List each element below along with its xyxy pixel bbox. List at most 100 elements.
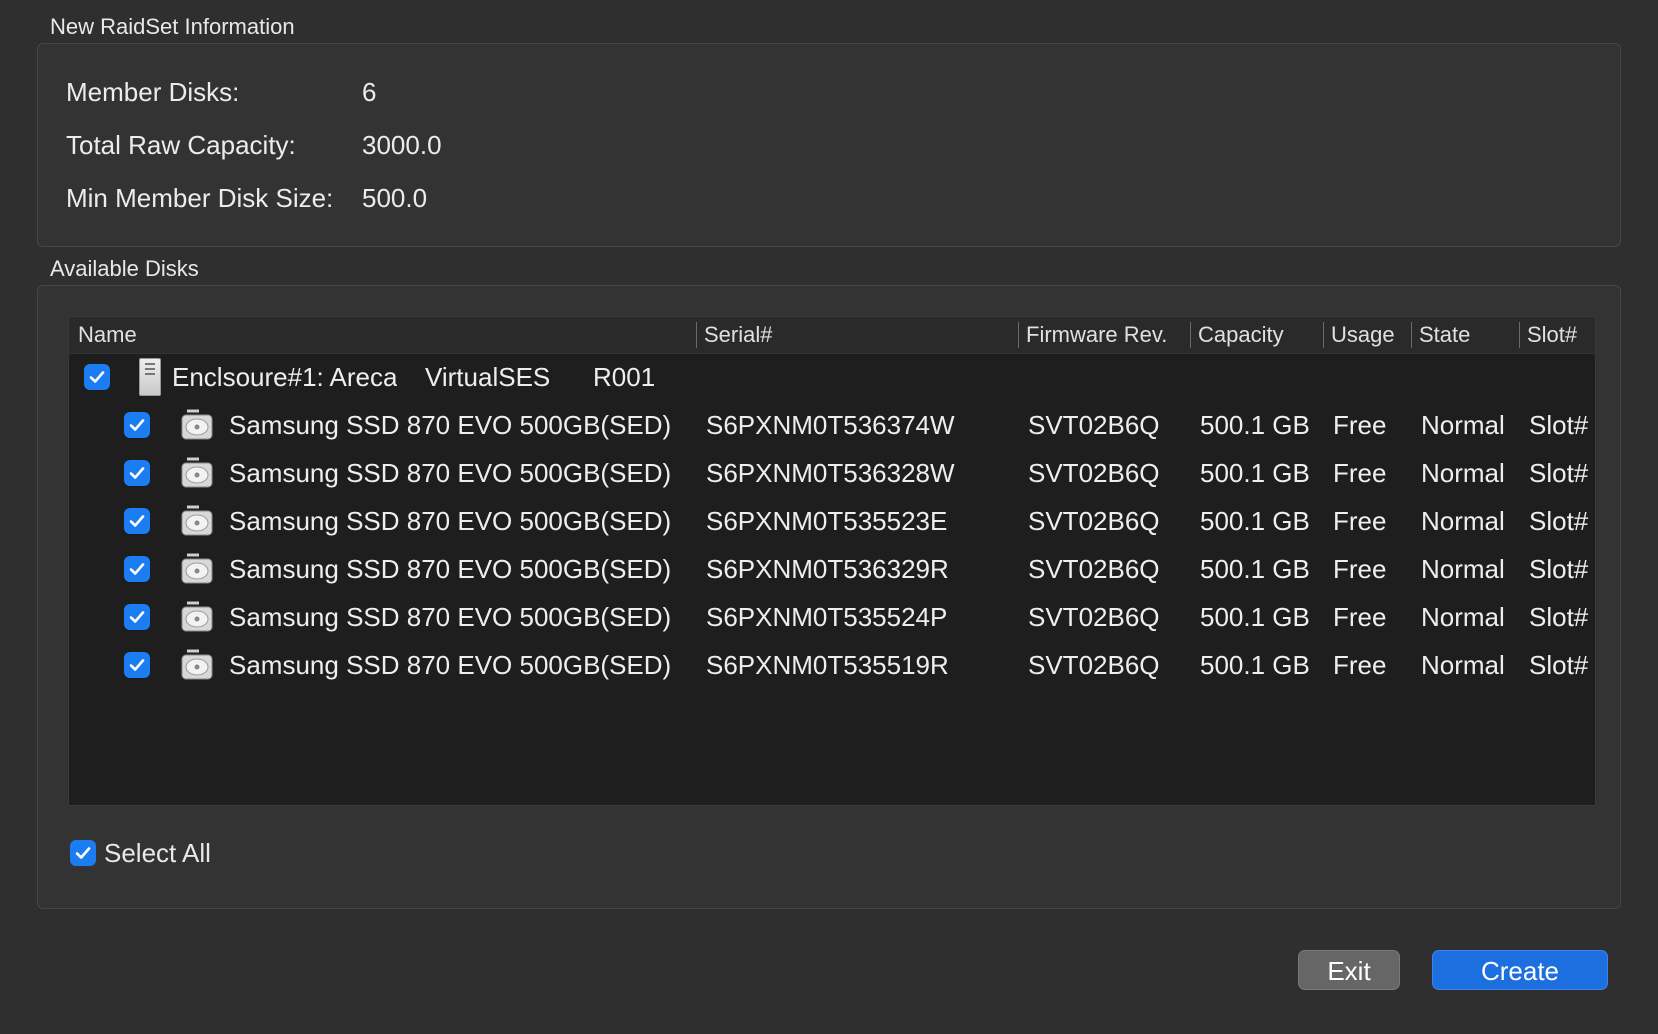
table-row[interactable]: Samsung SSD 870 EVO 500GB(SED) S6PXNM0T5…	[69, 497, 1595, 545]
table-row[interactable]: Samsung SSD 870 EVO 500GB(SED) S6PXNM0T5…	[69, 641, 1595, 689]
disks-groupbox: Name Serial# Firmware Rev. Capacity Usag…	[37, 285, 1621, 909]
disk-checkbox[interactable]	[124, 556, 150, 582]
enclosure-icon	[139, 358, 161, 396]
create-button[interactable]: Create	[1432, 950, 1608, 990]
checkmark-icon	[129, 563, 145, 575]
disk-slot: Slot#	[1529, 554, 1589, 584]
column-header-firmware[interactable]: Firmware Rev.	[1026, 317, 1167, 353]
column-header-serial[interactable]: Serial#	[704, 317, 772, 353]
member-disks-label: Member Disks:	[66, 76, 240, 107]
column-separator[interactable]	[696, 322, 697, 348]
info-section-title: New RaidSet Information	[50, 14, 295, 39]
disk-state: Normal	[1421, 458, 1505, 488]
disk-checkbox[interactable]	[124, 508, 150, 534]
column-header-slot[interactable]: Slot#	[1527, 317, 1577, 353]
disk-checkbox[interactable]	[124, 604, 150, 630]
total-raw-capacity-row: Total Raw Capacity: 3000.0	[66, 125, 442, 165]
hard-disk-icon	[181, 553, 213, 584]
disk-capacity: 500.1 GB	[1200, 410, 1310, 440]
checkmark-icon	[89, 371, 105, 383]
disk-firmware: SVT02B6Q	[1028, 506, 1160, 536]
column-header-state[interactable]: State	[1419, 317, 1470, 353]
select-all-control[interactable]: Select All	[70, 838, 211, 868]
enclosure-model: VirtualSES	[425, 362, 551, 392]
disk-name: Samsung SSD 870 EVO 500GB(SED)	[229, 602, 672, 632]
column-separator[interactable]	[1190, 322, 1191, 348]
total-raw-capacity-label: Total Raw Capacity:	[66, 129, 296, 160]
table-row[interactable]: Samsung SSD 870 EVO 500GB(SED) S6PXNM0T5…	[69, 593, 1595, 641]
disk-firmware: SVT02B6Q	[1028, 602, 1160, 632]
enclosure-row[interactable]: Enclsoure#1: Areca VirtualSES R001	[69, 353, 1595, 401]
checkmark-icon	[129, 419, 145, 431]
disk-name: Samsung SSD 870 EVO 500GB(SED)	[229, 458, 672, 488]
table-row[interactable]: Samsung SSD 870 EVO 500GB(SED) S6PXNM0T5…	[69, 401, 1595, 449]
column-separator[interactable]	[1519, 322, 1520, 348]
min-member-disk-size-row: Min Member Disk Size: 500.0	[66, 178, 427, 218]
disk-serial: S6PXNM0T536328W	[706, 458, 955, 488]
checkmark-icon	[75, 847, 91, 859]
exit-button[interactable]: Exit	[1298, 950, 1400, 990]
disk-checkbox[interactable]	[124, 652, 150, 678]
disk-usage: Free	[1333, 602, 1387, 632]
checkmark-icon	[129, 467, 145, 479]
disk-slot: Slot#	[1529, 602, 1589, 632]
disk-usage: Free	[1333, 554, 1387, 584]
disk-usage: Free	[1333, 650, 1387, 680]
column-header-capacity[interactable]: Capacity	[1198, 317, 1284, 353]
disk-state: Normal	[1421, 506, 1505, 536]
enclosure-name: Enclsoure#1: Areca	[172, 362, 398, 392]
disk-usage: Free	[1333, 506, 1387, 536]
disk-serial: S6PXNM0T536329R	[706, 554, 949, 584]
checkmark-icon	[129, 659, 145, 671]
disk-slot: Slot#	[1529, 650, 1589, 680]
member-disks-value: 6	[362, 76, 377, 107]
select-all-checkbox[interactable]	[70, 840, 96, 866]
disk-checkbox[interactable]	[124, 460, 150, 486]
min-member-disk-size-label: Min Member Disk Size:	[66, 182, 334, 213]
enclosure-rev: R001	[593, 362, 656, 392]
disk-state: Normal	[1421, 410, 1505, 440]
disk-state: Normal	[1421, 602, 1505, 632]
column-header-usage[interactable]: Usage	[1331, 317, 1395, 353]
disk-checkbox[interactable]	[124, 412, 150, 438]
min-member-disk-size-value: 500.0	[362, 182, 428, 213]
disk-capacity: 500.1 GB	[1200, 650, 1310, 680]
disk-capacity: 500.1 GB	[1200, 602, 1310, 632]
info-groupbox: Member Disks: 6 Total Raw Capacity: 3000…	[37, 43, 1621, 247]
column-header-name[interactable]: Name	[78, 317, 137, 353]
disk-firmware: SVT02B6Q	[1028, 410, 1160, 440]
disk-firmware: SVT02B6Q	[1028, 458, 1160, 488]
hard-disk-icon	[181, 505, 213, 536]
total-raw-capacity-value: 3000.0	[362, 129, 442, 160]
disk-capacity: 500.1 GB	[1200, 458, 1310, 488]
disk-serial: S6PXNM0T535523E	[706, 506, 948, 536]
disk-capacity: 500.1 GB	[1200, 554, 1310, 584]
disk-slot: Slot#	[1529, 458, 1589, 488]
disk-firmware: SVT02B6Q	[1028, 650, 1160, 680]
disk-serial: S6PXNM0T535524P	[706, 602, 948, 632]
disks-table[interactable]: Name Serial# Firmware Rev. Capacity Usag…	[68, 316, 1596, 806]
disk-name: Samsung SSD 870 EVO 500GB(SED)	[229, 506, 672, 536]
disk-name: Samsung SSD 870 EVO 500GB(SED)	[229, 554, 672, 584]
enclosure-checkbox[interactable]	[84, 364, 110, 390]
column-separator[interactable]	[1323, 322, 1324, 348]
disk-serial: S6PXNM0T535519R	[706, 650, 949, 680]
hard-disk-icon	[181, 457, 213, 488]
table-row[interactable]: Samsung SSD 870 EVO 500GB(SED) S6PXNM0T5…	[69, 449, 1595, 497]
disk-serial: S6PXNM0T536374W	[706, 410, 955, 440]
member-disks-row: Member Disks: 6	[66, 72, 376, 112]
select-all-label: Select All	[104, 837, 211, 868]
disk-name: Samsung SSD 870 EVO 500GB(SED)	[229, 650, 672, 680]
column-separator[interactable]	[1411, 322, 1412, 348]
column-separator[interactable]	[1018, 322, 1019, 348]
table-header: Name Serial# Firmware Rev. Capacity Usag…	[69, 317, 1595, 354]
hard-disk-icon	[181, 649, 213, 680]
table-row[interactable]: Samsung SSD 870 EVO 500GB(SED) S6PXNM0T5…	[69, 545, 1595, 593]
disks-section-title: Available Disks	[50, 256, 199, 281]
hard-disk-icon	[181, 601, 213, 632]
disk-capacity: 500.1 GB	[1200, 506, 1310, 536]
hard-disk-icon	[181, 409, 213, 440]
disk-name: Samsung SSD 870 EVO 500GB(SED)	[229, 410, 672, 440]
disk-firmware: SVT02B6Q	[1028, 554, 1160, 584]
checkmark-icon	[129, 611, 145, 623]
